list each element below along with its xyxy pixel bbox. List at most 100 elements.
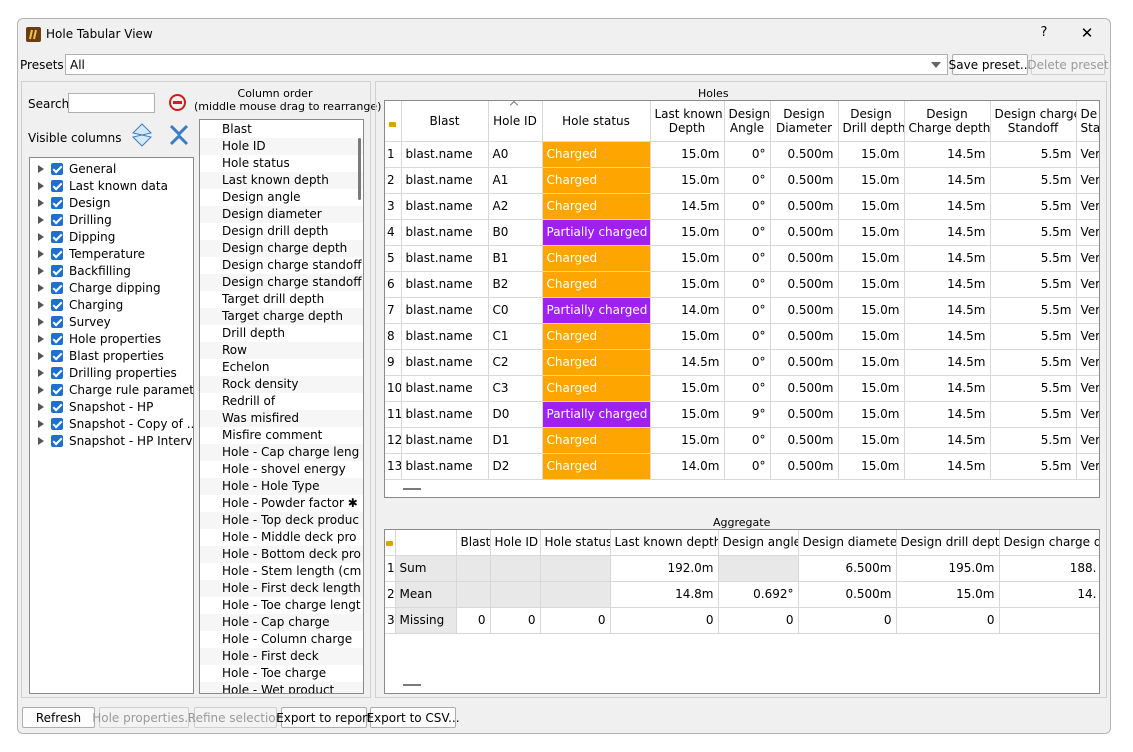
last-known-depth-cell[interactable]: 14.5m — [650, 349, 725, 376]
checkbox-checked-icon[interactable] — [51, 332, 63, 345]
design-charge-standoff-header[interactable]: Design charge Standoff — [990, 101, 1077, 142]
last-known-depth-cell[interactable]: 14.0m — [650, 297, 725, 324]
expand-arrow-icon[interactable] — [38, 283, 44, 292]
tree-group-row[interactable]: Blast properties — [30, 347, 164, 364]
blast-cell[interactable]: blast.name — [401, 141, 489, 168]
blast-cell[interactable]: blast.name — [401, 375, 489, 402]
design-angle-cell[interactable]: 0° — [724, 297, 771, 324]
column-order-item[interactable]: Was misfired — [200, 410, 363, 427]
column-order-item[interactable]: Design charge standoff — [200, 257, 363, 274]
hole-id-cell[interactable]: B2 — [488, 271, 543, 298]
holes-table-frame[interactable]: Blast Hole ID Hole status Last known Depth De… — [384, 100, 1100, 498]
column-order-item[interactable]: Misfire comment — [200, 427, 363, 444]
aggregate-value-cell[interactable]: 0.500m — [798, 581, 897, 608]
blast-cell[interactable]: blast.name — [401, 349, 489, 376]
design-charge-depth-cell[interactable]: 14.5m — [904, 401, 991, 428]
blast-cell[interactable]: blast.name — [401, 453, 489, 480]
last-known-depth-cell[interactable]: 15.0m — [650, 375, 725, 402]
last-known-depth-cell[interactable]: 15.0m — [650, 323, 725, 350]
row-number[interactable]: 2 — [385, 167, 402, 194]
aggregate-column-header[interactable]: Design diameter — [798, 530, 897, 556]
column-order-item[interactable]: Hole - Stem length (cm — [200, 563, 363, 580]
hole-status-cell[interactable]: Charged — [542, 271, 651, 298]
hole-id-cell[interactable]: A2 — [488, 193, 543, 220]
expand-all-icon[interactable] — [131, 123, 153, 147]
hole-id-cell[interactable]: B0 — [488, 219, 543, 246]
table-row[interactable]: 10 blast.name C3 Charged 15.0m 0° 0.500m 15.0m 1… — [385, 375, 1099, 402]
aggregate-value-cell[interactable]: 0 — [610, 607, 719, 634]
last-known-depth-cell[interactable]: 15.0m — [650, 167, 725, 194]
row-number[interactable]: 4 — [385, 219, 402, 246]
table-row[interactable]: 4 blast.name B0 Partially charged 15.0m 0° 0.5… — [385, 219, 1099, 246]
aggregate-value-cell[interactable] — [490, 555, 541, 582]
blast-cell[interactable]: blast.name — [401, 167, 489, 194]
design-charge-standoff-2-cell[interactable]: Vertic — [1076, 141, 1099, 168]
design-drill-depth-cell[interactable]: 15.0m — [838, 375, 905, 402]
design-diameter-cell[interactable]: 0.500m — [770, 219, 839, 246]
column-order-item[interactable]: Echelon — [200, 359, 363, 376]
tree-group-row[interactable]: Snapshot - HP — [30, 398, 153, 415]
hole-id-cell[interactable]: C1 — [488, 323, 543, 350]
aggregate-value-cell[interactable]: 0 — [718, 607, 799, 634]
design-angle-cell[interactable]: 0° — [724, 193, 771, 220]
aggregate-table[interactable]: Blast Hole ID Hole status Last known depth D… — [385, 530, 1099, 634]
expand-arrow-icon[interactable] — [38, 300, 44, 309]
close-button[interactable]: ✕ — [1078, 24, 1096, 42]
row-number[interactable]: 5 — [385, 245, 402, 272]
row-number[interactable]: 9 — [385, 349, 402, 376]
column-order-item[interactable]: Hole - shovel energy — [200, 461, 363, 478]
table-row[interactable]: 1 blast.name A0 Charged 15.0m 0° 0.500m 15.0m 14… — [385, 141, 1099, 168]
design-charge-depth-header[interactable]: Design Charge depth — [904, 101, 991, 142]
hole-status-cell[interactable]: Charged — [542, 167, 651, 194]
column-order-item[interactable]: Design charge depth — [200, 240, 363, 257]
column-order-item[interactable]: Rock density — [200, 376, 363, 393]
hole-status-cell[interactable]: Charged — [542, 141, 651, 168]
design-drill-depth-cell[interactable]: 15.0m — [838, 401, 905, 428]
hole-status-cell[interactable]: Partially charged — [542, 297, 651, 324]
table-row[interactable]: 7 blast.name C0 Partially charged 14.0m 0° 0.5… — [385, 297, 1099, 324]
design-charge-standoff-cell[interactable]: 5.5m — [990, 245, 1077, 272]
aggregate-column-header[interactable]: Design angle — [718, 530, 799, 556]
design-charge-standoff-2-cell[interactable]: Vertic — [1076, 271, 1099, 298]
checkbox-checked-icon[interactable] — [51, 434, 63, 447]
aggregate-row[interactable]: 3 Missing 0 0 0 0 0 0 0 — [385, 607, 1099, 634]
aggregate-value-cell[interactable] — [718, 555, 799, 582]
tree-group-row[interactable]: Charging — [30, 296, 123, 313]
column-order-item[interactable]: Hole - Cap charge leng — [200, 444, 363, 461]
design-charge-standoff-cell[interactable]: 5.5m — [990, 427, 1077, 454]
design-angle-cell[interactable]: 0° — [724, 167, 771, 194]
table-row[interactable]: 9 blast.name C2 Charged 14.5m 0° 0.500m 15.0m 14… — [385, 349, 1099, 376]
table-row[interactable]: 6 blast.name B2 Charged 15.0m 0° 0.500m 15.0m 14… — [385, 271, 1099, 298]
table-row[interactable]: 2 blast.name A1 Charged 15.0m 0° 0.500m 15.0m 14… — [385, 167, 1099, 194]
design-charge-standoff-2-cell[interactable]: Vertic — [1076, 219, 1099, 246]
tree-group-row[interactable]: Last known data — [30, 177, 168, 194]
export-report-button[interactable]: Export to report — [276, 707, 372, 728]
aggregate-value-cell[interactable] — [999, 607, 1099, 634]
aggregate-column-header[interactable]: Hole ID — [490, 530, 541, 556]
expand-arrow-icon[interactable] — [38, 419, 44, 428]
aggregate-horizontal-scrollbar[interactable] — [403, 684, 421, 686]
table-row[interactable]: 11 blast.name D0 Partially charged 15.0m 9° 0.… — [385, 401, 1099, 428]
hole-id-cell[interactable]: C0 — [488, 297, 543, 324]
row-number[interactable]: 6 — [385, 271, 402, 298]
blast-cell[interactable]: blast.name — [401, 427, 489, 454]
blast-cell[interactable]: blast.name — [401, 245, 489, 272]
column-order-item[interactable]: Hole - Top deck produc — [200, 512, 363, 529]
blast-header[interactable]: Blast — [401, 101, 489, 142]
aggregate-value-cell[interactable]: 6.500m — [798, 555, 897, 582]
design-drill-depth-header[interactable]: Design Drill depth — [838, 101, 905, 142]
column-order-item[interactable]: Hole status — [200, 155, 363, 172]
column-order-item[interactable]: Hole - Middle deck pro — [200, 529, 363, 546]
checkbox-checked-icon[interactable] — [51, 400, 63, 413]
export-csv-button[interactable]: Export to CSV... — [366, 707, 460, 728]
refresh-button[interactable]: Refresh — [22, 707, 95, 728]
expand-arrow-icon[interactable] — [38, 334, 44, 343]
column-order-item[interactable]: Blast — [200, 121, 363, 138]
design-diameter-cell[interactable]: 0.500m — [770, 349, 839, 376]
aggregate-value-cell[interactable]: 0.692° — [718, 581, 799, 608]
row-number[interactable]: 13 — [385, 453, 402, 480]
design-diameter-cell[interactable]: 0.500m — [770, 453, 839, 480]
row-number[interactable]: 12 — [385, 427, 402, 454]
column-order-scrollbar[interactable] — [358, 138, 361, 200]
design-charge-depth-cell[interactable]: 14.5m — [904, 167, 991, 194]
